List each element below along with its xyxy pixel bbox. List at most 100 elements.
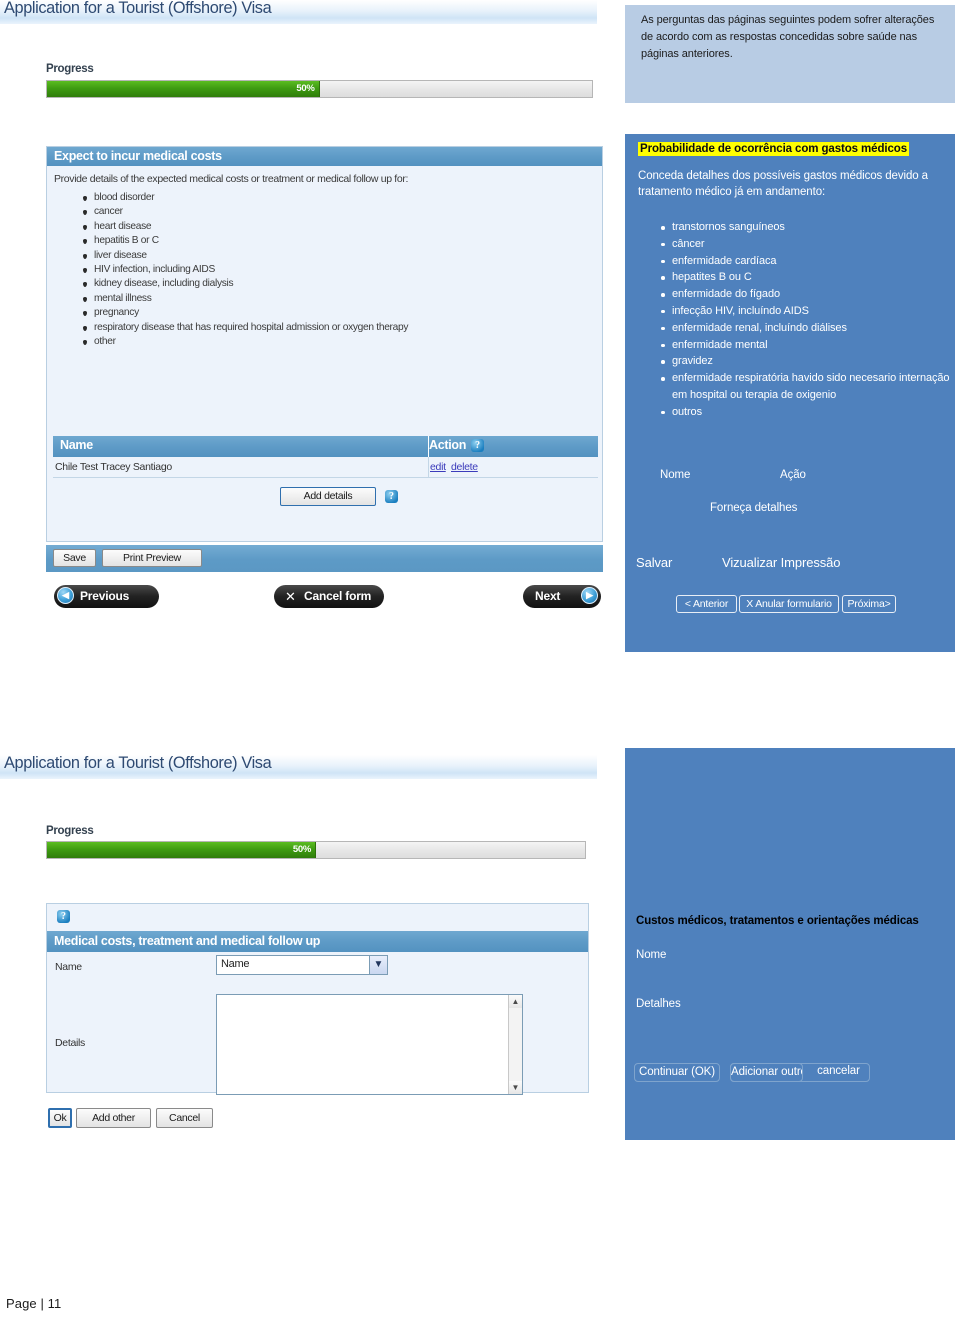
translation-name-label: Nome xyxy=(636,949,667,961)
medical-conditions-list: blood disorder cancer heart disease hepa… xyxy=(81,191,408,349)
list-item: gravidez xyxy=(660,353,950,370)
table-row: Chile Test Tracey Santiago xyxy=(55,461,172,473)
app-title: Application for a Tourist (Offshore) Vis… xyxy=(4,0,272,17)
previous-button[interactable]: ◀ Previous xyxy=(54,585,159,608)
previous-button-label: Previous xyxy=(80,589,130,603)
caret-up-icon[interactable]: ▲ xyxy=(509,995,522,1008)
translation-column-action: Ação xyxy=(780,469,806,481)
progress-bar: 50% xyxy=(46,80,593,98)
ok-button[interactable]: Ok xyxy=(48,1108,72,1128)
translation-title: Custos médicos, tratamentos e orientaçõe… xyxy=(636,915,919,927)
list-item: infecção HIV, incluíndo AIDS xyxy=(660,303,950,320)
edit-link[interactable]: edit xyxy=(430,461,446,473)
list-item: transtornos sanguíneos xyxy=(660,219,950,236)
help-icon[interactable]: ? xyxy=(57,910,70,923)
list-item: blood disorder xyxy=(81,191,408,205)
help-icon[interactable]: ? xyxy=(385,490,398,503)
progress-bar: 50% xyxy=(46,841,586,859)
table-row-divider xyxy=(53,477,598,478)
list-item: heart disease xyxy=(81,220,408,234)
next-button[interactable]: Next ▶ xyxy=(523,585,601,608)
list-item: mental illness xyxy=(81,292,408,306)
progress-label: Progress xyxy=(46,825,94,837)
translation-conditions-list: transtornos sanguíneos câncer enfermidad… xyxy=(660,219,950,421)
delete-link[interactable]: delete xyxy=(451,461,478,473)
progress-percent: 50% xyxy=(296,83,315,94)
list-item: hepatites B ou C xyxy=(660,269,950,286)
translation-details-label: Detalhes xyxy=(636,998,681,1010)
column-header-action: Action xyxy=(429,438,467,452)
chevron-down-icon[interactable]: ▼ xyxy=(369,956,387,974)
app-title-bar: Application for a Tourist (Offshore) Vis… xyxy=(0,753,597,779)
name-select[interactable]: Name ▼ xyxy=(216,955,388,975)
list-item: enfermidade respiratória havido sido nec… xyxy=(660,370,950,404)
progress-percent: 50% xyxy=(292,844,311,855)
panel-intro: Provide details of the expected medical … xyxy=(54,173,409,185)
help-icon[interactable]: ? xyxy=(471,439,484,452)
name-select-value: Name xyxy=(221,958,250,970)
form-toolbar: Save Print Preview xyxy=(46,545,603,572)
list-item: kidney disease, including dialysis xyxy=(81,277,408,291)
panel-header: Medical costs, treatment and medical fol… xyxy=(47,931,588,952)
caret-down-icon[interactable]: ▼ xyxy=(509,1081,522,1094)
table-column-divider xyxy=(428,436,429,457)
close-x-icon: ✕ xyxy=(285,589,296,604)
progress-bar-fill: 50% xyxy=(47,842,316,858)
progress-bar-fill: 50% xyxy=(47,81,320,97)
list-item: cancer xyxy=(81,205,408,219)
list-item: enfermidade mental xyxy=(660,337,950,354)
next-button-label: Next xyxy=(535,589,561,603)
translation-next-button[interactable]: Próxima> xyxy=(842,595,896,613)
details-textarea[interactable]: ▲ ▼ xyxy=(216,994,523,1095)
list-item: enfermidade do fígado xyxy=(660,286,950,303)
cancel-form-button[interactable]: ✕ Cancel form xyxy=(274,585,384,608)
translation-title: Probabilidade de ocorrência com gastos m… xyxy=(638,142,910,156)
expect-medical-costs-panel: Expect to incur medical costs Provide de… xyxy=(46,146,603,542)
name-field-label: Name xyxy=(55,961,82,973)
translation-save: Salvar xyxy=(636,555,673,570)
translation-ok-button[interactable]: Continuar (OK) xyxy=(634,1063,720,1082)
add-details-button[interactable]: Add details xyxy=(280,487,376,506)
details-field-label: Details xyxy=(55,1037,85,1049)
translation-previous-button[interactable]: < Anterior xyxy=(676,595,737,613)
list-item: outros xyxy=(660,404,950,421)
medical-costs-form-panel: ? Medical costs, treatment and medical f… xyxy=(46,903,589,1095)
cancel-form-button-label: Cancel form xyxy=(304,589,372,603)
list-item: other xyxy=(81,335,408,349)
translation-column-name: Nome xyxy=(660,469,691,481)
list-item: HIV infection, including AIDS xyxy=(81,263,408,277)
screenshot-section-2: Application for a Tourist (Offshore) Vis… xyxy=(0,745,600,1145)
chevron-left-icon: ◀ xyxy=(57,587,74,604)
progress-label: Progress xyxy=(46,63,94,75)
list-item: liver disease xyxy=(81,249,408,263)
chevron-right-icon: ▶ xyxy=(581,587,598,604)
print-preview-button[interactable]: Print Preview xyxy=(102,549,202,567)
list-item: respiratory disease that has required ho… xyxy=(81,321,408,335)
app-title: Application for a Tourist (Offshore) Vis… xyxy=(4,753,272,772)
panel-header: Expect to incur medical costs xyxy=(47,147,602,166)
add-other-button[interactable]: Add other xyxy=(76,1108,151,1128)
app-title-bar: Application for a Tourist (Offshore) Vis… xyxy=(0,0,597,24)
details-table-header: Name Action ? xyxy=(53,436,598,457)
screenshot-section-1: Application for a Tourist (Offshore) Vis… xyxy=(0,0,603,660)
list-item: enfermidade cardíaca xyxy=(660,253,950,270)
page-footer: Page | 11 xyxy=(6,1296,62,1311)
translation-print-preview: Vizualizar Impressão xyxy=(722,555,841,570)
translation-cancel-button[interactable]: cancelar xyxy=(807,1063,870,1082)
translation-panel-1: Probabilidade de ocorrência com gastos m… xyxy=(625,134,955,652)
translation-panel-2: Custos médicos, tratamentos e orientaçõe… xyxy=(625,748,955,1140)
list-item: hepatitis B or C xyxy=(81,234,408,248)
list-item: câncer xyxy=(660,236,950,253)
translation-cancel-form-button[interactable]: X Anular formulario xyxy=(739,595,839,613)
translation-add-details: Forneça detalhes xyxy=(710,502,798,514)
textarea-scrollbar[interactable]: ▲ ▼ xyxy=(508,995,522,1094)
translation-intro: Conceda detalhes dos possíveis gastos mé… xyxy=(638,170,928,198)
tip-text: As perguntas das páginas seguintes podem… xyxy=(641,14,935,60)
tip-box: As perguntas das páginas seguintes podem… xyxy=(625,5,955,103)
save-button[interactable]: Save xyxy=(53,549,96,567)
list-item: enfermidade renal, incluíndo diálises xyxy=(660,320,950,337)
translation-add-other-button[interactable]: Adicionar outro xyxy=(730,1063,803,1082)
table-row-divider-vertical xyxy=(428,457,429,478)
list-item: pregnancy xyxy=(81,306,408,320)
cancel-button[interactable]: Cancel xyxy=(156,1108,213,1128)
